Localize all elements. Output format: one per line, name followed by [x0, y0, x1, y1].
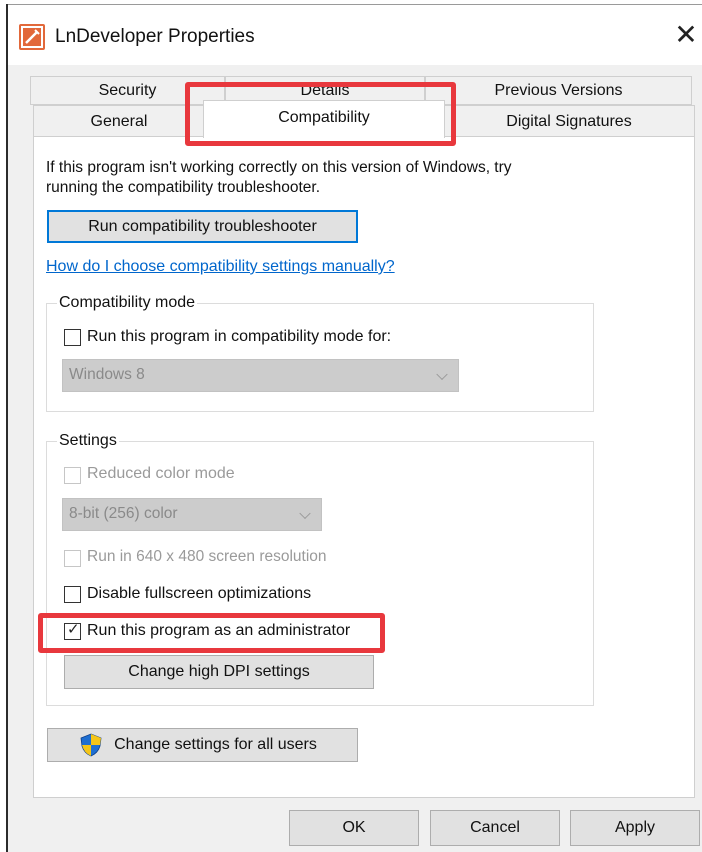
change-dpi-button[interactable]: Change high DPI settings [64, 655, 374, 689]
run-as-admin-checkbox[interactable]: ✓ [64, 621, 81, 640]
chevron-down-icon [436, 368, 448, 380]
chevron-down-icon [299, 507, 311, 519]
fullscreen-opt-label: Disable fullscreen optimizations [87, 585, 312, 602]
compat-mode-group: Compatibility mode [46, 294, 594, 412]
ok-button[interactable]: OK [289, 810, 419, 846]
tab-security[interactable]: Security [30, 76, 225, 105]
cancel-button[interactable]: Cancel [430, 810, 560, 846]
app-icon [19, 24, 45, 50]
intro-text-line2: running the compatibility troubleshooter… [46, 179, 320, 196]
window-title: LnDeveloper Properties [55, 26, 255, 47]
color-depth-select-value: 8-bit (256) color [69, 505, 178, 522]
compat-mode-checkbox-label: Run this program in compatibility mode f… [87, 328, 392, 345]
fullscreen-opt-checkbox[interactable] [64, 586, 81, 603]
change-all-users-button[interactable]: Change settings for all users [47, 728, 358, 762]
tab-previous-versions[interactable]: Previous Versions [425, 76, 692, 105]
compat-os-select: Windows 8 [62, 359, 459, 392]
reduced-color-label: Reduced color mode [87, 465, 235, 482]
compat-mode-checkbox[interactable] [64, 329, 81, 346]
color-depth-select: 8-bit (256) color [62, 498, 322, 531]
settings-legend: Settings [59, 432, 117, 449]
tab-compatibility[interactable]: Compatibility [203, 100, 445, 138]
tab-digital-signatures[interactable]: Digital Signatures [443, 105, 695, 137]
manual-settings-link[interactable]: How do I choose compatibility settings m… [46, 257, 395, 277]
run-as-admin-label: Run this program as an administrator [87, 622, 351, 639]
compat-mode-legend: Compatibility mode [59, 294, 196, 311]
res-640-label: Run in 640 x 480 screen resolution [87, 548, 327, 565]
checkmark-icon: ✓ [67, 621, 80, 638]
run-troubleshooter-button[interactable]: Run compatibility troubleshooter [47, 210, 358, 243]
compat-os-select-value: Windows 8 [69, 366, 145, 383]
intro-text-line1: If this program isn't working correctly … [46, 159, 512, 176]
close-icon[interactable]: ✕ [672, 20, 700, 50]
tab-general[interactable]: General [33, 105, 205, 137]
uac-shield-icon [80, 733, 102, 757]
res-640-checkbox [64, 550, 81, 567]
apply-button[interactable]: Apply [570, 810, 700, 846]
reduced-color-checkbox [64, 467, 81, 484]
